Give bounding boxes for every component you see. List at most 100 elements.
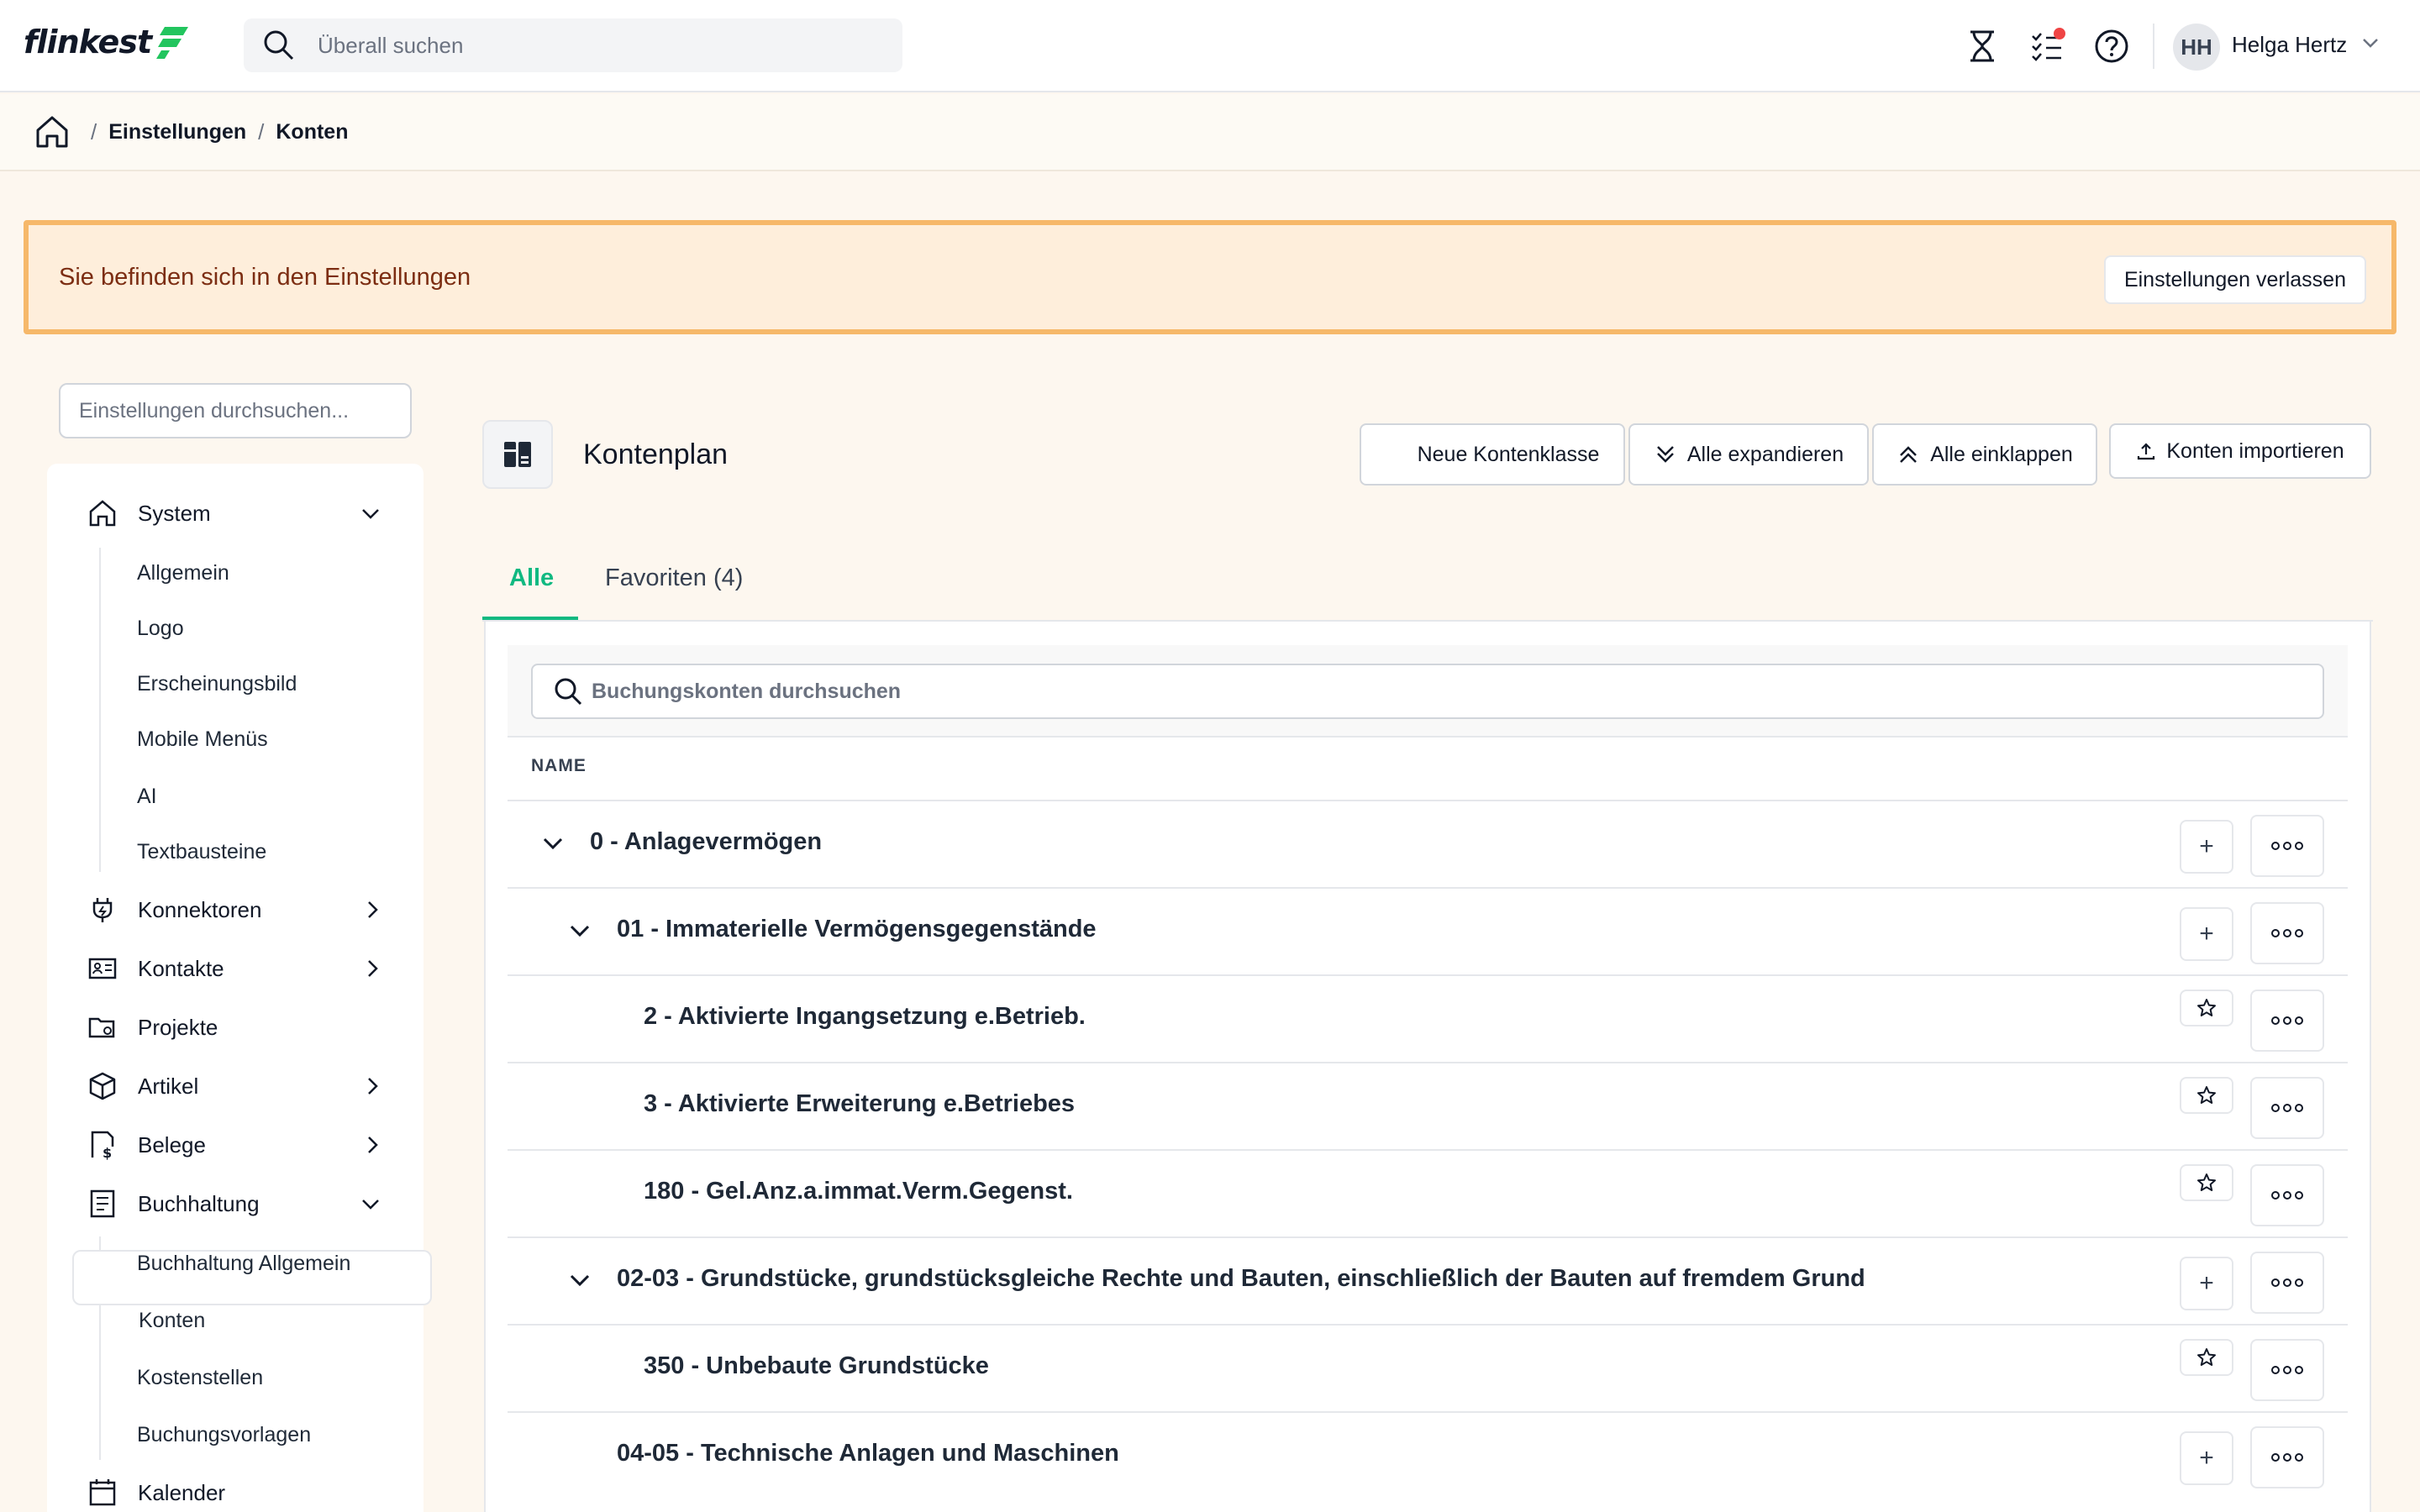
add-subaccount-button[interactable]: + bbox=[2180, 1257, 2233, 1310]
chevron-down-icon[interactable] bbox=[566, 1267, 593, 1294]
sidebar-item-system[interactable]: System bbox=[86, 492, 211, 534]
sidebar-item-label: Belege bbox=[138, 1131, 206, 1158]
help-icon[interactable] bbox=[2091, 25, 2133, 67]
table-row[interactable]: 02-03 - Grundstücke, grundstücksgleiche … bbox=[508, 1236, 2348, 1324]
tab-favoriten[interactable]: Favoriten (4) bbox=[605, 564, 743, 592]
sidebar-item-buchungsvorlagen[interactable]: Buchungsvorlagen bbox=[137, 1423, 311, 1447]
more-icon bbox=[2271, 1191, 2303, 1200]
account-name[interactable]: 350 - Unbebaute Grundstücke bbox=[644, 1352, 989, 1380]
new-account-class-button[interactable]: Neue Kontenklasse bbox=[1360, 423, 1625, 486]
favorite-button[interactable] bbox=[2180, 990, 2233, 1026]
account-name[interactable]: 02-03 - Grundstücke, grundstücksgleiche … bbox=[617, 1265, 1865, 1293]
sidebar-item-mobile-menues[interactable]: Mobile Menüs bbox=[137, 727, 268, 752]
more-options-button[interactable] bbox=[2250, 1077, 2324, 1139]
top-bar: flinkest HH Helga Hertz bbox=[0, 0, 2420, 92]
chevron-right-icon[interactable] bbox=[361, 899, 383, 921]
chevron-right-icon[interactable] bbox=[361, 958, 383, 979]
more-icon bbox=[2271, 1278, 2303, 1287]
account-name[interactable]: 0 - Anlagevermögen bbox=[590, 828, 822, 856]
sidebar-item-projekte[interactable]: Projekte bbox=[86, 1006, 218, 1048]
table-row[interactable]: 0 - Anlagevermögen + bbox=[508, 800, 2348, 887]
more-options-button[interactable] bbox=[2250, 1252, 2324, 1314]
user-name[interactable]: Helga Hertz bbox=[2232, 32, 2347, 58]
sidebar-item-kontakte[interactable]: Kontakte bbox=[86, 948, 224, 990]
settings-banner: Sie befinden sich in den Einstellungen E… bbox=[24, 220, 2396, 334]
accounts-search-input[interactable] bbox=[592, 679, 2188, 704]
sidebar-item-ai[interactable]: AI bbox=[137, 785, 157, 809]
sidebar-item-artikel[interactable]: Artikel bbox=[86, 1065, 198, 1107]
chevron-down-icon[interactable] bbox=[360, 502, 381, 524]
chevron-down-icon[interactable] bbox=[2361, 34, 2380, 52]
chevron-right-icon[interactable] bbox=[361, 1075, 383, 1097]
sidebar-item-label: Konnektoren bbox=[138, 896, 262, 922]
sidebar-item-logo[interactable]: Logo bbox=[137, 617, 184, 641]
double-chevron-up-icon bbox=[1900, 446, 1918, 463]
sidebar-item-kostenstellen[interactable]: Kostenstellen bbox=[137, 1366, 263, 1390]
star-icon bbox=[2197, 1348, 2216, 1366]
account-name[interactable]: 04-05 - Technische Anlagen und Maschinen bbox=[617, 1440, 1119, 1467]
sidebar-item-erscheinungsbild[interactable]: Erscheinungsbild bbox=[137, 672, 297, 696]
more-icon bbox=[2271, 1104, 2303, 1112]
contact-card-icon bbox=[86, 952, 119, 985]
logo-mark-icon bbox=[156, 27, 189, 59]
import-accounts-button[interactable]: Konten importieren bbox=[2109, 423, 2371, 479]
table-row[interactable]: 350 - Unbebaute Grundstücke bbox=[508, 1324, 2348, 1411]
sidebar-item-label: Buchhaltung bbox=[138, 1190, 260, 1216]
sidebar-item-konnektoren[interactable]: Konnektoren bbox=[86, 889, 261, 931]
receipt-icon: $ bbox=[86, 1128, 119, 1162]
favorite-button[interactable] bbox=[2180, 1339, 2233, 1376]
add-subaccount-button[interactable]: + bbox=[2180, 1431, 2233, 1485]
breadcrumb-einstellungen[interactable]: Einstellungen bbox=[108, 120, 246, 144]
sidebar-item-belege[interactable]: $ Belege bbox=[86, 1124, 206, 1166]
leave-settings-button[interactable]: Einstellungen verlassen bbox=[2103, 255, 2366, 304]
more-options-button[interactable] bbox=[2250, 1164, 2324, 1226]
add-subaccount-button[interactable]: + bbox=[2180, 907, 2233, 961]
breadcrumb-konten[interactable]: Konten bbox=[276, 120, 348, 144]
sidebar-item-allgemein[interactable]: Allgemein bbox=[137, 561, 229, 585]
tasks-icon[interactable] bbox=[2027, 25, 2069, 67]
divider bbox=[508, 736, 2348, 738]
table-row[interactable]: 180 - Gel.Anz.a.immat.Verm.Gegenst. bbox=[508, 1149, 2348, 1236]
app-logo[interactable]: flinkest bbox=[24, 24, 190, 60]
kontenplan-icon bbox=[482, 420, 553, 489]
logo-text: flinkest bbox=[24, 24, 152, 60]
calendar-icon bbox=[86, 1476, 119, 1509]
sidebar-item-textbausteine[interactable]: Textbausteine bbox=[137, 840, 266, 864]
table-row[interactable]: 01 - Immaterielle Vermögensgegenstände + bbox=[508, 887, 2348, 974]
column-header-name[interactable]: NAME bbox=[531, 756, 587, 776]
favorite-button[interactable] bbox=[2180, 1164, 2233, 1201]
chevron-right-icon[interactable] bbox=[361, 1134, 383, 1156]
account-name[interactable]: 2 - Aktivierte Ingangsetzung e.Betrieb. bbox=[644, 1003, 1086, 1031]
table-row[interactable]: 2 - Aktivierte Ingangsetzung e.Betrieb. bbox=[508, 974, 2348, 1062]
sidebar-item-kalender[interactable]: Kalender bbox=[86, 1472, 225, 1512]
more-options-button[interactable] bbox=[2250, 1339, 2324, 1401]
sidebar-item-buchhaltung-allgemein[interactable]: Buchhaltung Allgemein bbox=[137, 1252, 350, 1276]
home-icon[interactable] bbox=[34, 113, 71, 150]
account-name[interactable]: 3 - Aktivierte Erweiterung e.Betriebes bbox=[644, 1090, 1075, 1118]
accounts-search[interactable] bbox=[531, 664, 2324, 719]
add-subaccount-button[interactable]: + bbox=[2180, 820, 2233, 874]
account-name[interactable]: 01 - Immaterielle Vermögensgegenstände bbox=[617, 916, 1097, 943]
chevron-down-icon[interactable] bbox=[566, 917, 593, 944]
settings-search-input[interactable] bbox=[59, 383, 412, 438]
expand-all-button[interactable]: Alle expandieren bbox=[1628, 423, 1869, 486]
account-name[interactable]: 180 - Gel.Anz.a.immat.Verm.Gegenst. bbox=[644, 1178, 1073, 1205]
chevron-down-icon[interactable] bbox=[539, 830, 566, 857]
chevron-down-icon[interactable] bbox=[360, 1193, 381, 1215]
sidebar-item-konten[interactable]: Konten bbox=[139, 1309, 205, 1333]
sidebar-item-buchhaltung[interactable]: Buchhaltung bbox=[86, 1183, 260, 1225]
avatar[interactable]: HH bbox=[2173, 24, 2220, 71]
table-row[interactable]: 04-05 - Technische Anlagen und Maschinen… bbox=[508, 1411, 2348, 1499]
more-options-button[interactable] bbox=[2250, 815, 2324, 877]
more-options-button[interactable] bbox=[2250, 990, 2324, 1052]
tab-alle[interactable]: Alle bbox=[509, 564, 554, 592]
star-icon bbox=[2197, 1086, 2216, 1104]
more-options-button[interactable] bbox=[2250, 1426, 2324, 1488]
table-row[interactable]: 3 - Aktivierte Erweiterung e.Betriebes bbox=[508, 1062, 2348, 1149]
favorite-button[interactable] bbox=[2180, 1077, 2233, 1114]
global-search-input[interactable] bbox=[318, 32, 855, 59]
collapse-all-button[interactable]: Alle einklappen bbox=[1872, 423, 2097, 486]
more-options-button[interactable] bbox=[2250, 902, 2324, 964]
global-search[interactable] bbox=[244, 18, 902, 72]
hourglass-icon[interactable] bbox=[1961, 25, 2003, 67]
